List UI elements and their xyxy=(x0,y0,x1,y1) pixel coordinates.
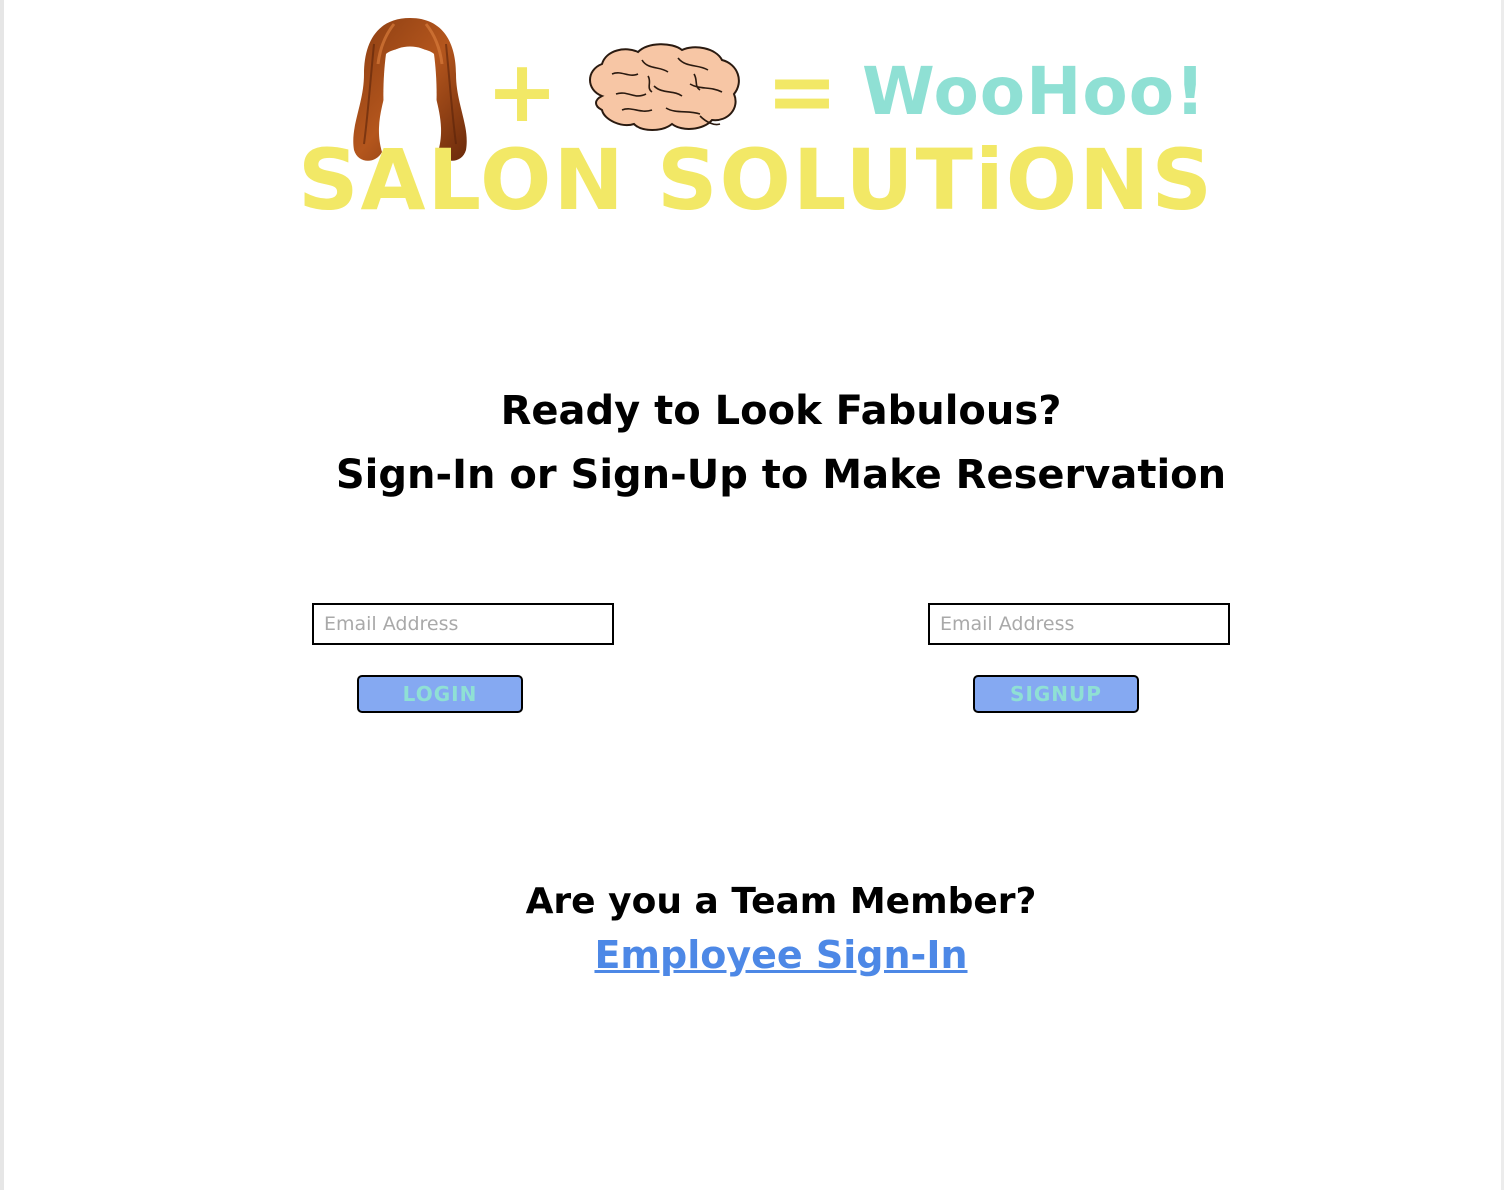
brain-icon xyxy=(589,43,740,131)
login-email-input[interactable] xyxy=(312,603,614,645)
equals-sign: = xyxy=(766,42,839,142)
employee-link-row: Employee Sign-In xyxy=(0,932,1504,978)
employee-sign-in-link[interactable]: Employee Sign-In xyxy=(594,933,967,977)
headline-primary: Ready to Look Fabulous? xyxy=(500,388,1062,434)
tagline: WooHoo! xyxy=(862,53,1207,130)
signup-email-input[interactable] xyxy=(928,603,1230,645)
team-member-question: Are you a Team Member? xyxy=(525,881,1037,922)
window-left-edge xyxy=(0,0,4,1190)
brand-title: SALON SOLUTiONS xyxy=(298,131,1214,229)
signup-button[interactable]: SIGNUP xyxy=(973,675,1139,713)
headline-secondary: Sign-In or Sign-Up to Make Reservation xyxy=(335,452,1227,498)
plus-sign: + xyxy=(486,42,559,142)
login-button[interactable]: LOGIN xyxy=(357,675,523,713)
